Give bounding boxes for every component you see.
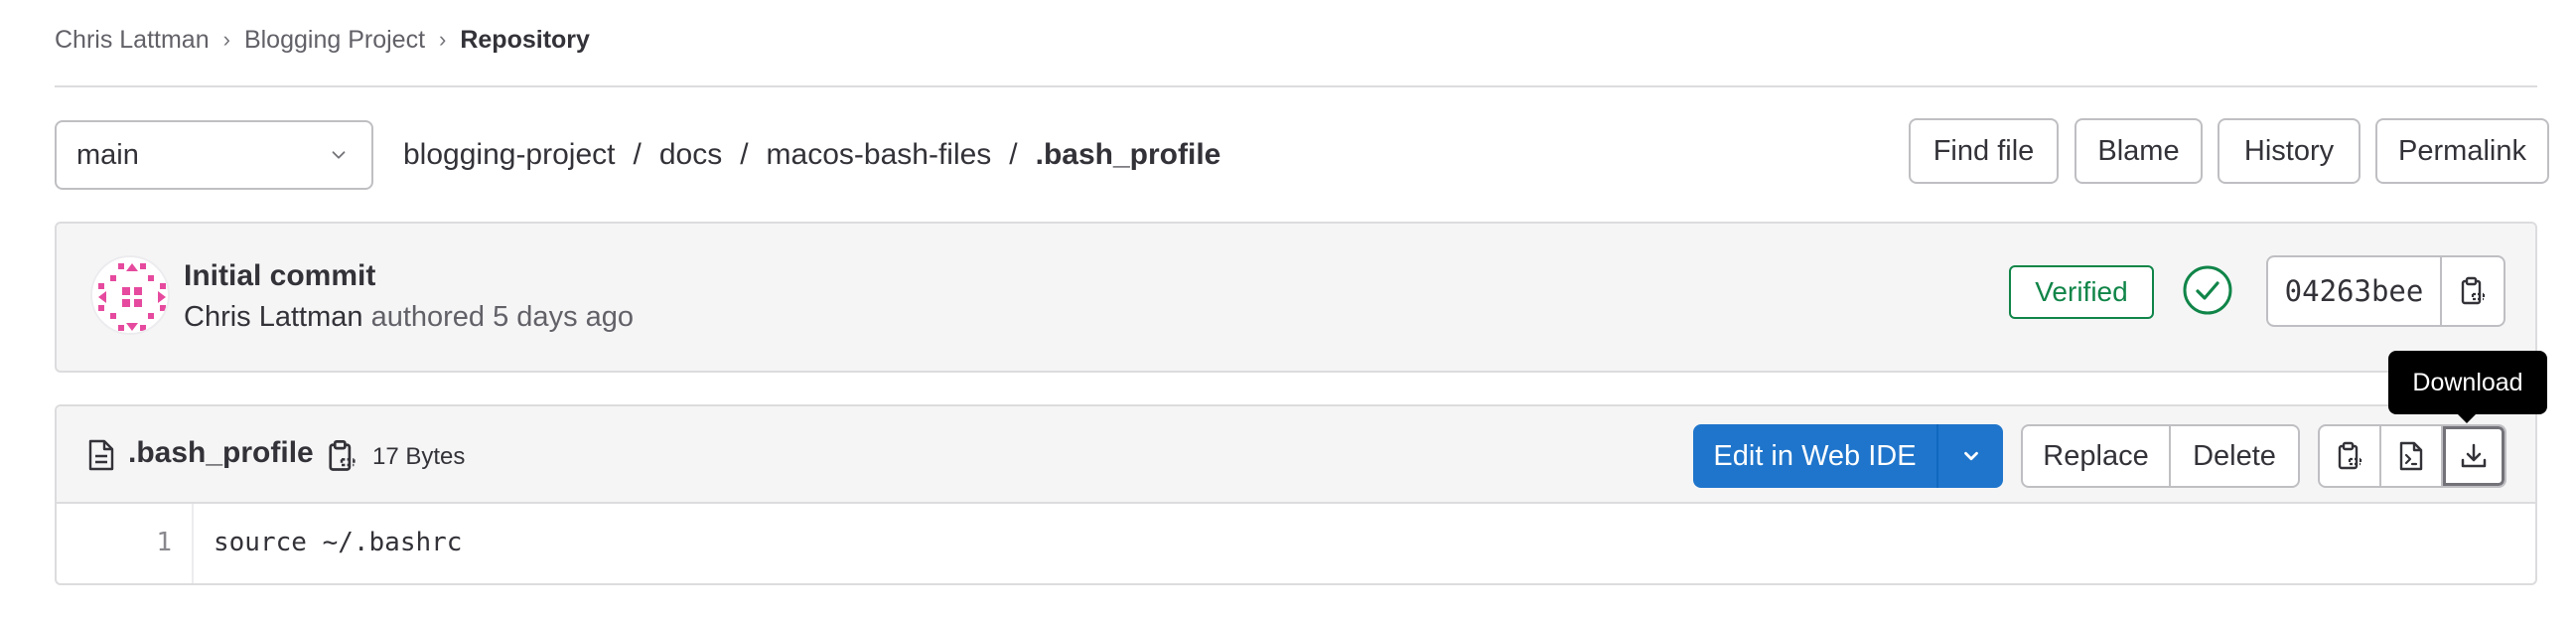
code-line: source ~/.bashrc <box>214 528 463 557</box>
download-icon <box>2461 443 2487 468</box>
commit-meta: Chris Lattman authored 5 days ago <box>184 301 634 334</box>
copy-path-icon[interactable] <box>325 438 358 474</box>
copy-sha-button[interactable] <box>2442 257 2504 325</box>
path-segment-docs[interactable]: docs <box>659 138 722 172</box>
code-content: 1 source ~/.bashrc <box>57 504 2535 583</box>
replace-button[interactable]: Replace <box>2023 426 2171 486</box>
history-button[interactable]: History <box>2218 118 2361 184</box>
download-button[interactable] <box>2443 426 2504 486</box>
identicon-icon <box>98 263 166 331</box>
branch-name: main <box>76 138 139 171</box>
line-number-gutter: 1 <box>57 504 194 583</box>
file-name: .bash_profile <box>128 436 314 469</box>
edit-in-web-ide-button[interactable]: Edit in Web IDE <box>1693 424 1938 488</box>
breadcrumb: Chris Lattman › Blogging Project › Repos… <box>55 22 590 58</box>
file-icon <box>88 439 114 471</box>
chevron-right-icon: › <box>439 27 447 52</box>
commit-sha[interactable]: 04263bee <box>2268 257 2442 325</box>
divider <box>55 85 2537 87</box>
copy-contents-button[interactable] <box>2320 426 2381 486</box>
chevron-down-icon <box>332 151 346 159</box>
find-file-button[interactable]: Find file <box>1909 118 2059 184</box>
avatar[interactable] <box>90 255 170 335</box>
download-tooltip: Download <box>2388 351 2547 414</box>
copy-icon <box>2461 276 2486 305</box>
last-commit-panel: Initial commit Chris Lattman authored 5 … <box>55 222 2537 373</box>
copy-icon <box>2338 441 2362 470</box>
file-viewer: .bash_profile 17 Bytes Edit in Web IDE R… <box>55 404 2537 585</box>
verified-badge[interactable]: Verified <box>2009 265 2154 319</box>
path-separator: / <box>1009 138 1018 171</box>
chevron-down-icon <box>1963 451 1978 461</box>
line-number[interactable]: 1 <box>156 528 172 557</box>
commit-time: authored 5 days ago <box>370 301 635 333</box>
path-separator: / <box>740 138 749 171</box>
pipeline-passed-icon[interactable] <box>2182 264 2233 316</box>
chevron-right-icon: › <box>222 27 230 52</box>
path-segment-folder[interactable]: macos-bash-files <box>767 138 992 172</box>
edit-button-group: Edit in Web IDE <box>1693 424 2003 488</box>
blame-button[interactable]: Blame <box>2075 118 2203 184</box>
commit-author[interactable]: Chris Lattman <box>184 301 363 333</box>
raw-file-icon <box>2399 441 2423 471</box>
file-size: 17 Bytes <box>372 443 466 470</box>
delete-button[interactable]: Delete <box>2171 426 2298 486</box>
path-segment-project[interactable]: blogging-project <box>403 138 615 172</box>
breadcrumb-item-project[interactable]: Blogging Project <box>244 26 425 55</box>
permalink-button[interactable]: Permalink <box>2375 118 2549 184</box>
open-raw-button[interactable] <box>2381 426 2443 486</box>
file-icon-actions <box>2318 424 2506 488</box>
breadcrumb-item-user[interactable]: Chris Lattman <box>55 26 210 55</box>
path-separator: / <box>633 138 642 171</box>
breadcrumb-item-repository[interactable]: Repository <box>460 26 590 55</box>
tooltip-arrow <box>2457 413 2477 423</box>
file-path: blogging-project / docs / macos-bash-fil… <box>403 132 1220 178</box>
commit-title[interactable]: Initial commit <box>184 259 375 293</box>
path-file-name: .bash_profile <box>1035 138 1221 171</box>
branch-selector[interactable]: main <box>55 120 373 190</box>
edit-dropdown-button[interactable] <box>1938 424 2003 488</box>
replace-delete-group: Replace Delete <box>2021 424 2300 488</box>
file-header: .bash_profile 17 Bytes Edit in Web IDE R… <box>57 406 2535 504</box>
commit-sha-group: 04263bee <box>2266 255 2505 327</box>
